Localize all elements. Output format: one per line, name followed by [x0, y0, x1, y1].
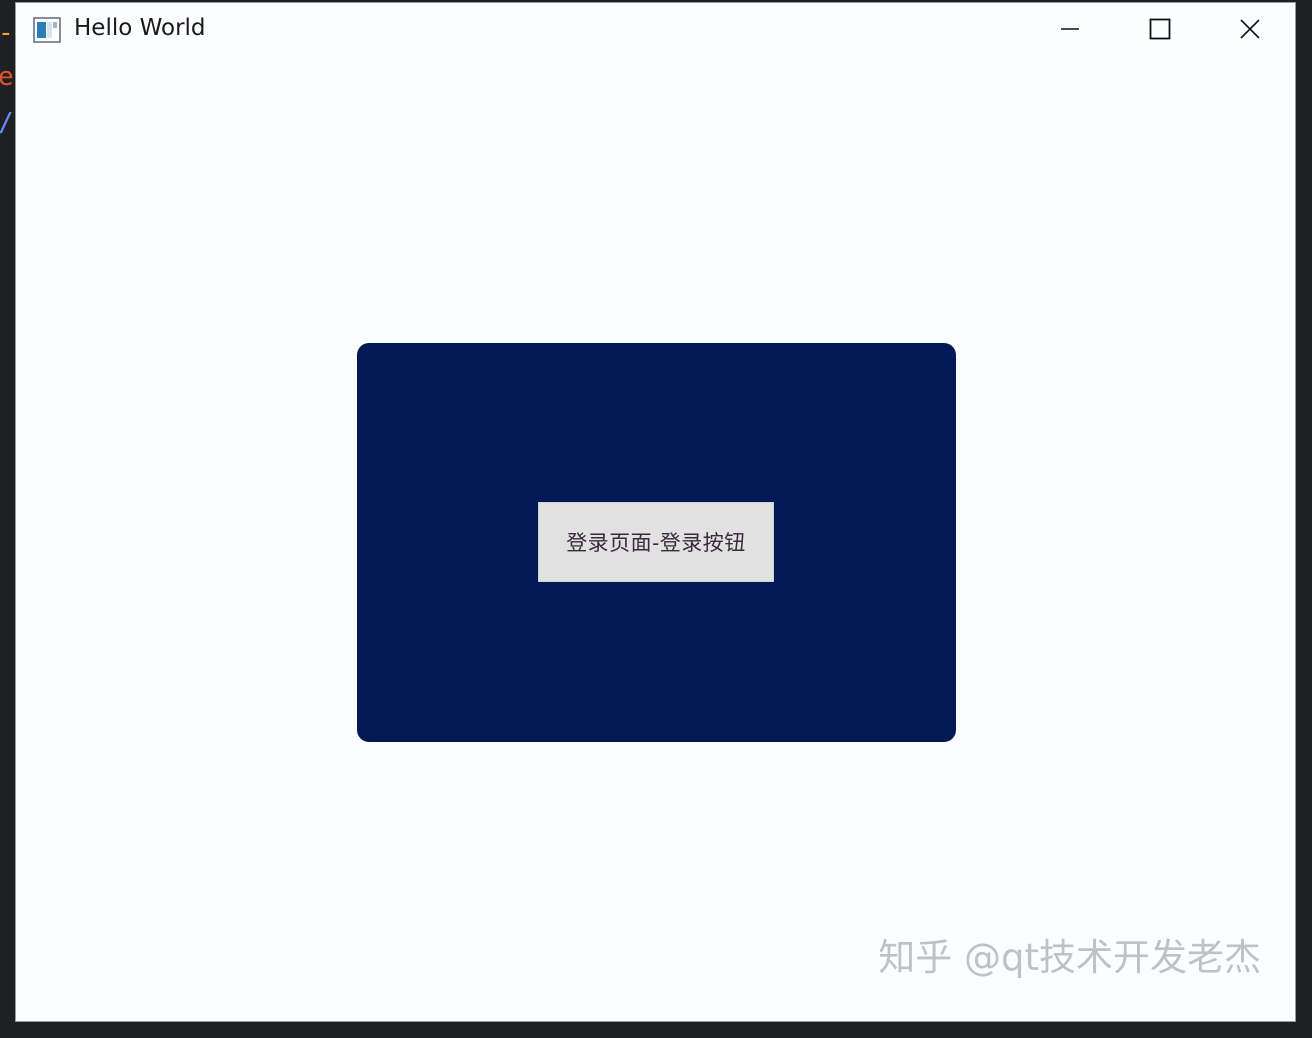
app-window: Hello World 登录页面-登录按钮 知乎 @qt技术开发老杰: [15, 2, 1296, 1022]
maximize-button[interactable]: [1116, 3, 1204, 59]
login-panel: 登录页面-登录按钮: [357, 343, 956, 742]
maximize-icon: [1149, 18, 1171, 44]
window-title: Hello World: [74, 15, 206, 41]
watermark-text: 知乎 @qt技术开发老杰: [878, 936, 1261, 979]
background-code-glyph: -: [0, 20, 14, 46]
background-code-glyph: /: [0, 110, 14, 136]
minimize-icon: [1060, 19, 1080, 43]
login-button[interactable]: 登录页面-登录按钮: [538, 502, 774, 582]
minimize-button[interactable]: [1026, 3, 1114, 59]
close-button[interactable]: [1206, 3, 1294, 59]
close-icon: [1239, 18, 1261, 44]
app-icon: [33, 17, 61, 43]
background-code-glyph: e: [0, 62, 14, 92]
title-bar[interactable]: Hello World: [16, 3, 1295, 59]
